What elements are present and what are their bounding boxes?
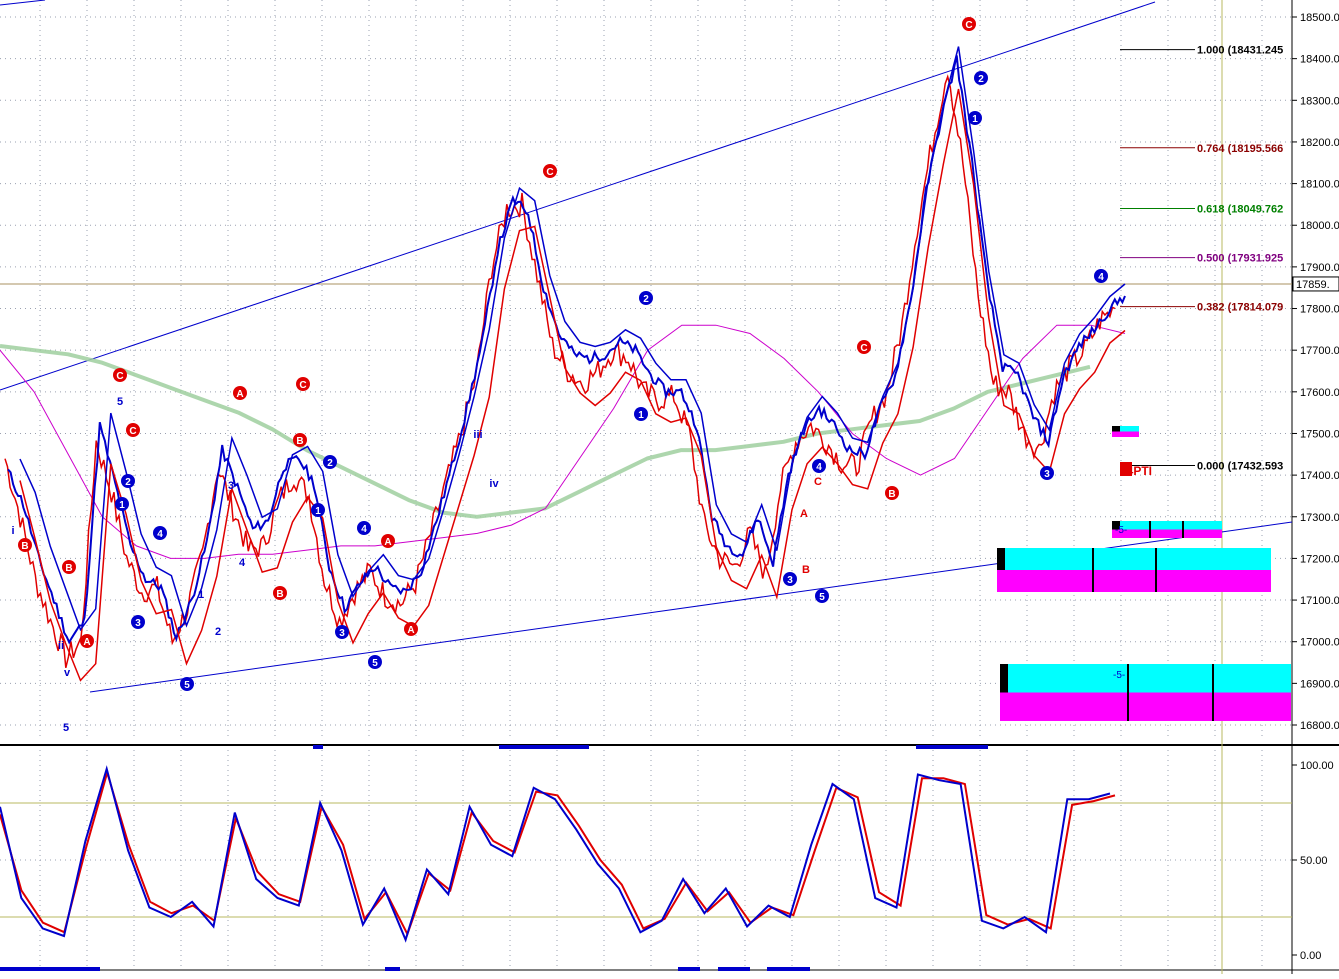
- chart-root: 18500.00 18400.00 18300.00 18200.00 18100.00…: [0, 0, 1339, 974]
- wave-marker-red-label: C: [299, 380, 306, 391]
- wave-label: 2: [215, 626, 221, 638]
- wave-marker-red-label: A: [236, 389, 243, 400]
- wave-marker-blue-label: 1: [638, 410, 644, 421]
- wave-marker-blue-label: 1: [315, 506, 321, 517]
- osc-tick-label: 50.00: [1300, 855, 1328, 867]
- projection-box-small-magenta: [1112, 431, 1139, 437]
- price-tick-label: 18100.00: [1300, 179, 1339, 191]
- wave-label: ii: [58, 640, 64, 652]
- wave-marker-red-label: A: [384, 537, 391, 548]
- fib-level-label: 1.000 (18431.245: [1197, 45, 1283, 57]
- wave-marker-blue-label: 5: [372, 658, 378, 669]
- projection-box-large-magenta: [997, 570, 1271, 592]
- wave-marker-red-label: B: [276, 589, 283, 600]
- price-tick-label: 18300.00: [1300, 95, 1339, 107]
- wave-label: B: [802, 564, 810, 576]
- wave-label: 1: [198, 589, 204, 601]
- wave-marker-red-label: C: [116, 371, 123, 382]
- wave-marker-blue-label: 4: [157, 529, 163, 540]
- current-price-label: 17859.: [1296, 279, 1330, 291]
- projection-box-large-cyan: [997, 548, 1271, 570]
- wave-marker-blue-label: 5: [819, 592, 825, 603]
- wave-label: 5: [63, 722, 69, 734]
- wave-label: C: [814, 476, 822, 488]
- wave-label: iv: [489, 478, 499, 490]
- projection-box-lower-marker: [1000, 664, 1008, 693]
- price-tick-label: 18200.00: [1300, 137, 1339, 149]
- wave-marker-blue-label: 1: [119, 500, 125, 511]
- projection-box-small-marker: [1112, 426, 1120, 432]
- price-tick-label: 18000.00: [1300, 220, 1339, 232]
- wave-marker-blue-label: 3: [339, 628, 345, 639]
- wave-marker-blue-label: 4: [1098, 272, 1104, 283]
- fib-level-label: 0.000 (17432.593: [1197, 461, 1283, 473]
- wave-marker-blue-label: 2: [327, 458, 333, 469]
- osc-tick-label: 0.00: [1300, 950, 1321, 962]
- projection-box-mid-magenta: [1112, 529, 1222, 538]
- wave-label: 5: [117, 396, 123, 408]
- wave-label: iii: [473, 429, 482, 441]
- wave-marker-red-label: B: [65, 563, 72, 574]
- price-tick-label: 16800.00: [1300, 720, 1339, 732]
- price-tick-label: 16900.00: [1300, 678, 1339, 690]
- wave-marker-blue-label: 1: [972, 114, 978, 125]
- wave-marker-blue-label: 3: [135, 618, 141, 629]
- wave-label: i: [11, 525, 14, 537]
- wave-marker-red-label: A: [83, 637, 90, 648]
- wave-marker-red-label: A: [407, 625, 414, 636]
- wave-marker-red-label: B: [21, 541, 28, 552]
- price-tick-label: 17600.00: [1300, 387, 1339, 399]
- wave-marker-blue-label: 2: [125, 477, 131, 488]
- wave-marker-blue-label: 2: [978, 74, 984, 85]
- price-tick-label: 17300.00: [1300, 512, 1339, 524]
- price-tick-label: 17100.00: [1300, 595, 1339, 607]
- price-tick-label: 17000.00: [1300, 637, 1339, 649]
- background: [0, 0, 1339, 974]
- wave-marker-red-label: C: [965, 20, 972, 31]
- wave-marker-blue-label: 4: [361, 524, 367, 535]
- wave-marker-red-label: B: [888, 489, 895, 500]
- wave-marker-blue-label: 5: [184, 680, 190, 691]
- projection-box-lower-magenta: [1000, 692, 1291, 721]
- wave-marker-blue-label: 3: [787, 575, 793, 586]
- price-tick-label: 17200.00: [1300, 553, 1339, 565]
- projection-box-large-marker: [997, 548, 1005, 570]
- fib-level-label: 0.618 (18049.762: [1197, 204, 1283, 216]
- wave-label: A: [800, 508, 808, 520]
- osc-tick-label: 100.00: [1300, 760, 1334, 772]
- price-tick-label: 18500.00: [1300, 12, 1339, 24]
- wave-marker-blue-label: 4: [816, 462, 822, 473]
- pti-label: 74PTI: [1120, 464, 1152, 478]
- price-tick-label: 17400.00: [1300, 470, 1339, 482]
- fib-level-label: 0.764 (18195.566: [1197, 143, 1283, 155]
- projection-label: -5-: [1113, 670, 1125, 681]
- wave-marker-blue-label: 3: [1044, 469, 1050, 480]
- price-tick-label: 17800.00: [1300, 304, 1339, 316]
- price-tick-label: 17700.00: [1300, 345, 1339, 357]
- wave-label: v: [64, 667, 71, 679]
- projection-box-lower-cyan: [1000, 664, 1291, 693]
- price-tick-label: 18400.00: [1300, 54, 1339, 66]
- fib-level-label: 0.382 (17814.079: [1197, 302, 1283, 314]
- wave-marker-red-label: C: [546, 167, 553, 178]
- wave-marker-blue-label: 2: [643, 294, 649, 305]
- wave-label: 4: [239, 557, 246, 569]
- wave-label: 3: [228, 480, 234, 492]
- wave-marker-red-label: C: [129, 426, 136, 437]
- projection-box-mid-cyan: [1112, 521, 1222, 530]
- wave-marker-red-label: B: [296, 436, 303, 447]
- elliott-wave-chart: 18500.00 18400.00 18300.00 18200.00 18100.00…: [0, 0, 1339, 974]
- price-tick-label: 17500.00: [1300, 428, 1339, 440]
- price-tick-label: 17900.00: [1300, 262, 1339, 274]
- fib-level-label: 0.500 (17931.925: [1197, 253, 1283, 265]
- projection-label: -5-: [1115, 525, 1127, 536]
- wave-marker-red-label: C: [860, 343, 867, 354]
